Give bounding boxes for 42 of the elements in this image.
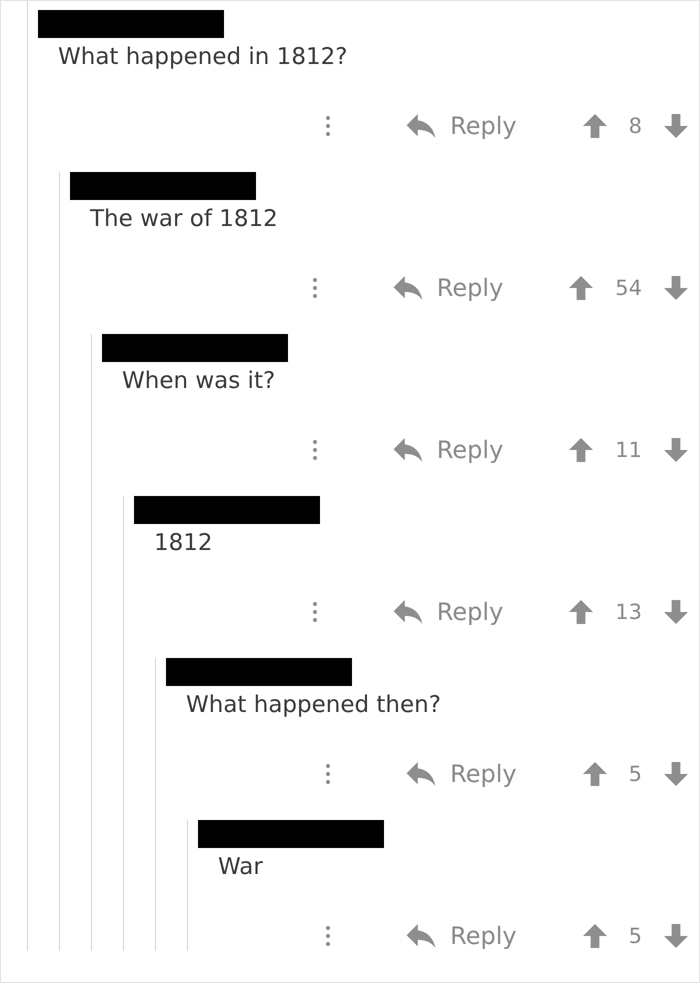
upvote-arrow-icon[interactable] <box>582 114 607 138</box>
downvote-arrow-icon[interactable] <box>664 600 688 624</box>
reply-button[interactable]: Reply <box>406 111 517 141</box>
reply-arrow-icon <box>392 438 423 462</box>
comment-text: When was it? <box>122 368 276 394</box>
reply-button[interactable]: Reply <box>392 273 504 303</box>
vote-count: 8 <box>628 113 642 139</box>
more-icon[interactable] <box>326 116 330 136</box>
reply-arrow-icon <box>392 600 423 624</box>
upvote-arrow-icon[interactable] <box>569 438 594 462</box>
comment-text: 1812 <box>154 530 214 556</box>
downvote-arrow-icon[interactable] <box>664 276 688 300</box>
comment-text: What happened then? <box>186 692 442 718</box>
comment-text: What happened in 1812? <box>58 44 348 70</box>
vote-count: 5 <box>628 761 642 787</box>
more-icon[interactable] <box>312 440 317 460</box>
upvote-arrow-icon[interactable] <box>582 924 607 948</box>
reply-arrow-icon <box>406 762 436 786</box>
downvote-arrow-icon[interactable] <box>664 924 688 948</box>
upvote-arrow-icon[interactable] <box>582 762 607 786</box>
reply-button[interactable]: Reply <box>406 759 517 789</box>
vote-count: 5 <box>628 923 642 949</box>
downvote-arrow-icon[interactable] <box>664 762 688 786</box>
reply-arrow-icon <box>392 276 423 300</box>
more-icon[interactable] <box>326 926 330 946</box>
comment-text: The war of 1812 <box>90 206 279 232</box>
more-icon[interactable] <box>326 764 330 784</box>
upvote-arrow-icon[interactable] <box>569 600 594 624</box>
vote-count: 11 <box>615 437 642 463</box>
vote-count: 13 <box>615 599 642 625</box>
reply-button[interactable]: Reply <box>392 597 504 627</box>
more-icon[interactable] <box>312 602 317 622</box>
reply-arrow-icon <box>406 114 436 138</box>
reply-button[interactable]: Reply <box>406 921 517 951</box>
downvote-arrow-icon[interactable] <box>664 114 688 138</box>
upvote-arrow-icon[interactable] <box>569 276 594 300</box>
reply-arrow-icon <box>406 924 436 948</box>
downvote-arrow-icon[interactable] <box>664 438 688 462</box>
more-icon[interactable] <box>312 278 317 298</box>
reply-button[interactable]: Reply <box>392 435 504 465</box>
vote-count: 54 <box>615 275 642 301</box>
comment-text: War <box>218 854 264 880</box>
